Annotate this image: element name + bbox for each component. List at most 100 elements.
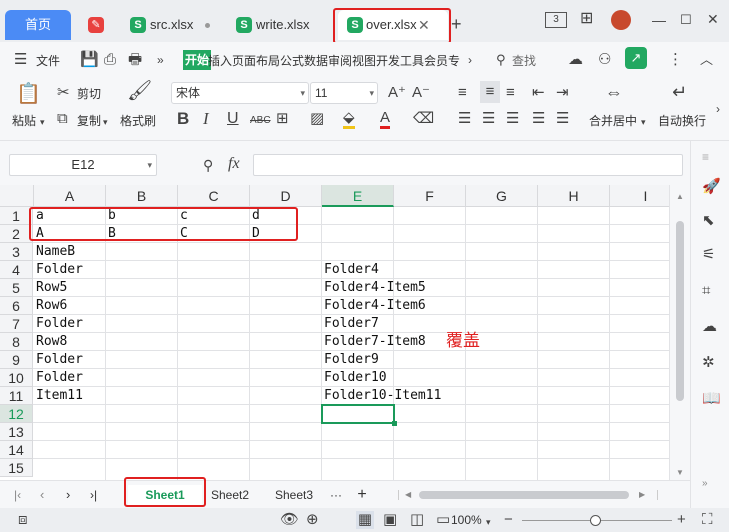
row-header-4[interactable]: 4 [0, 261, 33, 279]
row-header-14[interactable]: 14 [0, 441, 33, 459]
select-all-corner[interactable] [0, 185, 34, 207]
align-middle-icon[interactable]: ≡ [480, 81, 500, 103]
justify-icon[interactable]: ☰ [532, 111, 545, 127]
zoom-out-icon[interactable]: − [504, 512, 513, 528]
font-name-select[interactable]: 宋体 ▾ [171, 82, 309, 104]
more-chevron-icon[interactable]: » [157, 52, 164, 68]
align-top-icon[interactable]: ≡ [458, 85, 467, 101]
scroll-up-icon[interactable]: ▲ [676, 189, 684, 205]
chevron-down-icon[interactable]: ▾ [641, 114, 646, 130]
merge-cells-icon[interactable]: ⇔ [605, 83, 623, 101]
font-size-select[interactable]: 11 ▾ [310, 82, 378, 104]
ribbon-tabs[interactable]: 插入页面布局公式数据审阅视图开发工具会员专 [208, 52, 460, 69]
maximize-icon[interactable]: ☐ [680, 12, 692, 28]
cell-e10[interactable]: Folder10 [322, 369, 387, 387]
copy-icon[interactable]: ⧉ [57, 111, 68, 127]
chevron-right-icon[interactable]: › [468, 52, 472, 68]
search-label[interactable]: 查找 [512, 52, 536, 69]
align-right-icon[interactable]: ☰ [506, 111, 519, 127]
first-sheet-icon[interactable]: |‹ [14, 487, 21, 503]
tab-write-xlsx[interactable]: S write.xlsx [228, 10, 328, 40]
row-header-15[interactable]: 15 [0, 459, 33, 477]
fill-color-icon[interactable]: ⬙ [343, 110, 355, 129]
cell-e11[interactable]: Folder10-Item11 [322, 387, 441, 405]
row-header-11[interactable]: 11 [0, 387, 33, 405]
tab-start[interactable]: 开始 [183, 50, 212, 70]
ribbon-scroll-right-icon[interactable]: › [716, 101, 720, 117]
grid-apps-icon[interactable]: ⊞ [580, 11, 593, 27]
zoom-dropdown-icon[interactable]: ▾ [486, 514, 491, 530]
align-bottom-icon[interactable]: ≡ [506, 85, 515, 101]
file-menu[interactable]: 文件 [36, 52, 60, 69]
prev-sheet-icon[interactable]: ‹ [40, 487, 44, 503]
cell-e9[interactable]: Folder9 [322, 351, 379, 369]
fill-handle[interactable] [392, 421, 397, 426]
hamburger-menu-icon[interactable]: ☰ [14, 52, 27, 68]
new-tab-plus-icon[interactable]: + [451, 15, 462, 33]
format-painter-icon[interactable]: 🖌 [127, 81, 152, 101]
cell-a11[interactable]: Item11 [34, 387, 83, 405]
normal-view-icon[interactable]: ▦ [356, 511, 374, 529]
window-count-icon[interactable]: 3 [545, 12, 567, 28]
collapse-ribbon-icon[interactable]: ︿ [700, 52, 713, 68]
italic-icon[interactable]: I [203, 110, 209, 127]
ai-icon[interactable]: ✲ [702, 355, 715, 371]
scroll-thumb[interactable] [676, 221, 684, 401]
indent-increase-icon[interactable]: ⇥ [556, 85, 569, 101]
underline-icon[interactable]: U [227, 111, 239, 127]
borders-icon[interactable]: ⊞ [276, 111, 289, 127]
print-preview-icon[interactable]: ⎙ [104, 52, 116, 68]
distributed-icon[interactable]: ☰ [556, 111, 569, 127]
minimize-icon[interactable]: — [652, 12, 666, 28]
increase-font-icon[interactable]: A⁺ [388, 85, 406, 101]
name-box[interactable]: E12 ▾ [9, 154, 157, 176]
sheet-tab-sheet2[interactable]: Sheet2 [206, 485, 254, 505]
paste-button[interactable]: 粘贴 [12, 112, 36, 129]
scroll-thumb[interactable] [419, 491, 629, 499]
adjust-sliders-icon[interactable]: ⚟ [702, 247, 715, 263]
wrap-text-button[interactable]: 自动换行 [658, 112, 706, 129]
copy-button[interactable]: 复制 [77, 112, 101, 129]
strikethrough-icon[interactable]: ABC [250, 113, 271, 129]
scissors-icon[interactable]: ✂ [57, 85, 70, 101]
cell-a6[interactable]: Row6 [34, 297, 67, 315]
row-header-5[interactable]: 5 [0, 279, 33, 297]
scroll-right-icon[interactable]: ▶ [639, 487, 645, 503]
last-sheet-icon[interactable]: ›| [90, 487, 97, 503]
home-tab[interactable]: 首页 [5, 10, 71, 40]
avatar[interactable] [611, 10, 631, 30]
cell-e6[interactable]: Folder4-Item6 [322, 297, 426, 315]
share-icon[interactable]: ↗ [625, 47, 647, 69]
zoom-search-icon[interactable]: ⚲ [203, 157, 213, 173]
macro-record-icon[interactable]: ⧈ [18, 512, 28, 528]
zoom-in-icon[interactable]: + [677, 512, 686, 528]
fx-icon[interactable]: fx [228, 156, 240, 172]
expand-icon[interactable]: » [702, 476, 708, 492]
fullscreen-icon[interactable]: ⛶ [702, 512, 713, 528]
cut-button[interactable]: 剪切 [77, 85, 101, 102]
page-layout-icon[interactable]: ▣ [383, 512, 397, 528]
cell-a7[interactable]: Folder [34, 315, 83, 333]
decrease-font-icon[interactable]: A⁻ [412, 85, 430, 101]
cell-a4[interactable]: Folder [34, 261, 83, 279]
close-window-icon[interactable]: ✕ [707, 11, 719, 27]
rocket-icon[interactable]: 🚀 [702, 179, 721, 195]
cell-a8[interactable]: Row8 [34, 333, 67, 351]
zoom-level[interactable]: 100% [451, 513, 482, 527]
row-header-6[interactable]: 6 [0, 297, 33, 315]
sheet-tab-sheet3[interactable]: Sheet3 [270, 485, 318, 505]
chevron-down-icon[interactable]: ▾ [40, 114, 45, 130]
merge-center-button[interactable]: 合并居中 [589, 112, 637, 129]
book-search-icon[interactable]: 📖 [702, 391, 721, 407]
col-header-e[interactable]: E [322, 185, 394, 207]
cloud-sync-icon[interactable]: ☁ [568, 52, 583, 68]
col-header-h[interactable]: H [538, 185, 610, 207]
cell-a10[interactable]: Folder [34, 369, 83, 387]
zoom-slider-thumb[interactable] [590, 515, 601, 526]
col-header-g[interactable]: G [466, 185, 538, 207]
formula-input[interactable] [253, 154, 683, 176]
cell-a3[interactable]: NameB [34, 243, 75, 261]
reading-view-icon[interactable]: ▭ [436, 512, 450, 528]
search-icon[interactable]: ⚲ [496, 52, 506, 68]
crop-icon[interactable]: ⌗ [702, 283, 710, 299]
